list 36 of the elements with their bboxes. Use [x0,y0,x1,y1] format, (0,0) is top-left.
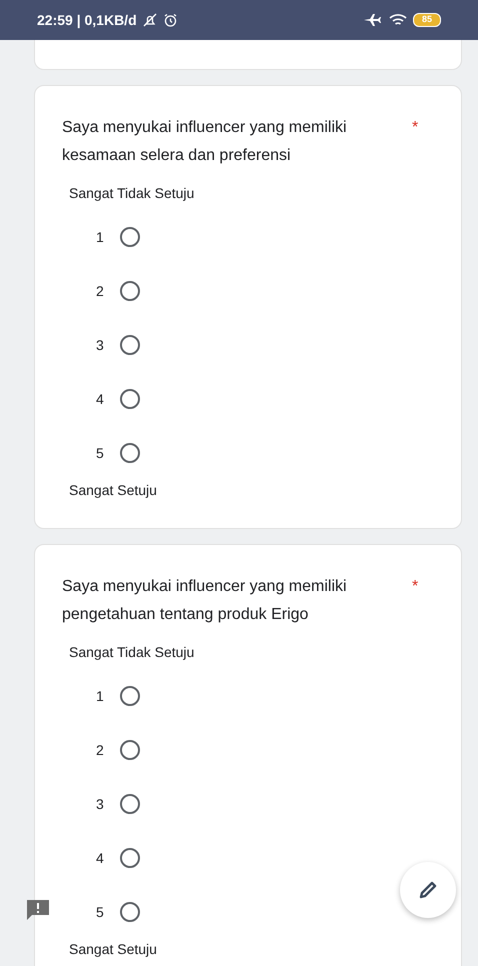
question-title: Saya menyukai influencer yang memiliki pengetahuan tentang produk Erigo [62,577,348,625]
option-number: 2 [96,282,104,300]
radio-button[interactable] [120,794,140,814]
option-number: 5 [96,444,104,462]
option-number: 3 [96,794,104,814]
required-asterisk: * [412,118,418,138]
option-number: 5 [96,902,104,922]
option-number: 1 [96,228,104,246]
radio-button[interactable] [120,389,140,409]
option-number: 2 [96,740,104,760]
battery-indicator: 85 [412,13,441,27]
question-title: Saya menyukai influencer yang memiliki kesamaan selera dan preferensi [62,118,348,166]
alarm-icon [162,12,178,28]
radio-button[interactable] [120,335,140,355]
radio-button[interactable] [120,848,140,868]
scale-label: Sangat Tidak Setuju [69,643,194,662]
bell-off-icon [142,13,157,27]
option-number: 1 [96,686,104,706]
radio-button[interactable] [120,686,140,706]
radio-button[interactable] [120,902,140,922]
required-asterisk: * [412,577,418,597]
status-time: 22:59 | 0,1KB/d [37,10,137,30]
wifi-icon [388,13,407,27]
radio-button[interactable] [120,443,140,463]
option-number: 3 [96,336,104,354]
option-number: 4 [96,390,104,408]
option-number: 4 [96,848,104,868]
pencil-icon [417,879,439,901]
scale-label: Sangat Setuju [69,940,157,959]
radio-button[interactable] [120,281,140,301]
scale-label: Sangat Setuju [69,481,157,500]
feedback-icon[interactable] [26,899,50,921]
airplane-icon [362,13,381,27]
radio-button[interactable] [120,740,140,760]
scale-label: Sangat Tidak Setuju [69,184,194,203]
radio-button[interactable] [120,227,140,247]
